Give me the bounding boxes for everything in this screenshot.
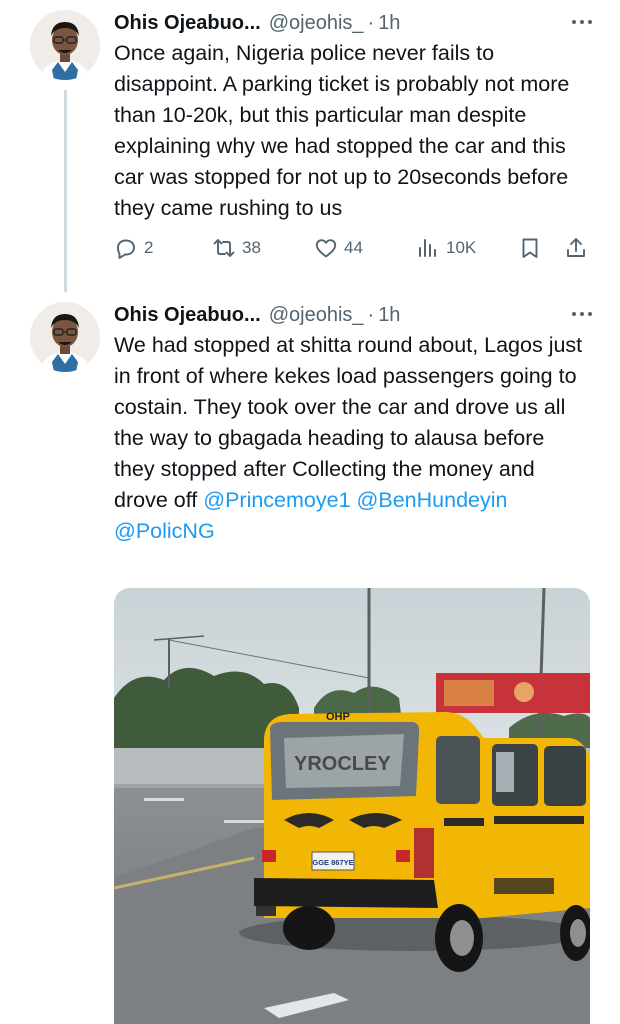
like-icon bbox=[315, 239, 337, 258]
tweet-timestamp[interactable]: 1h bbox=[378, 12, 400, 35]
tweet-photo[interactable]: YROCLEY OHP GGE 867YE bbox=[114, 588, 590, 1024]
tweet-1[interactable]: Ohis Ojeabuo... @ojeohis_ · 1h Once agai… bbox=[0, 0, 620, 292]
tweet-actions: 2 38 44 10K bbox=[114, 232, 594, 264]
views-count: 10K bbox=[446, 238, 477, 257]
license-plate: GGE 867YE bbox=[312, 858, 353, 867]
reply-icon bbox=[117, 239, 135, 259]
separator-dot: · bbox=[367, 11, 375, 34]
author-name[interactable]: Ohis Ojeabuo... bbox=[114, 12, 261, 35]
mention-link[interactable]: @BenHundeyin bbox=[357, 488, 508, 512]
retweet-button[interactable]: 38 bbox=[212, 232, 261, 264]
avatar[interactable] bbox=[30, 302, 100, 372]
mention-link[interactable]: @Princemoye1 bbox=[203, 488, 350, 512]
tweet-header: Ohis Ojeabuo... @ojeohis_ · 1h bbox=[114, 8, 596, 38]
author-handle[interactable]: @ojeohis_ bbox=[269, 304, 364, 327]
share-button[interactable] bbox=[564, 232, 588, 264]
reply-button[interactable]: 2 bbox=[114, 232, 153, 264]
bookmark-icon bbox=[522, 238, 538, 258]
tweet-timestamp[interactable]: 1h bbox=[378, 304, 400, 327]
like-count: 44 bbox=[344, 238, 363, 257]
tweet-header: Ohis Ojeabuo... @ojeohis_ · 1h bbox=[114, 300, 596, 330]
more-icon[interactable] bbox=[568, 12, 596, 32]
retweet-count: 38 bbox=[242, 238, 261, 257]
bookmark-button[interactable] bbox=[518, 232, 542, 264]
mention-link[interactable]: @PolicNG bbox=[114, 519, 215, 543]
share-icon bbox=[567, 238, 585, 257]
separator-dot: · bbox=[367, 303, 375, 326]
tweet-text: We had stopped at shitta round about, La… bbox=[114, 330, 584, 547]
like-button[interactable]: 44 bbox=[314, 232, 363, 264]
vehicle-rear-text: OHP bbox=[326, 711, 350, 723]
svg-text:YROCLEY: YROCLEY bbox=[294, 753, 391, 775]
views-button[interactable]: 10K bbox=[416, 232, 476, 264]
tweet-2[interactable]: Ohis Ojeabuo... @ojeohis_ · 1h We had st… bbox=[0, 292, 620, 1024]
author-handle[interactable]: @ojeohis_ bbox=[269, 12, 364, 35]
more-icon[interactable] bbox=[568, 304, 596, 324]
tweet-text: Once again, Nigeria police never fails t… bbox=[114, 41, 576, 220]
views-icon bbox=[419, 239, 436, 257]
retweet-icon bbox=[213, 239, 235, 257]
tweet-text-body: We had stopped at shitta round about, La… bbox=[114, 333, 589, 512]
author-name[interactable]: Ohis Ojeabuo... bbox=[114, 304, 261, 327]
avatar[interactable] bbox=[30, 10, 100, 80]
reply-count: 2 bbox=[144, 238, 154, 257]
